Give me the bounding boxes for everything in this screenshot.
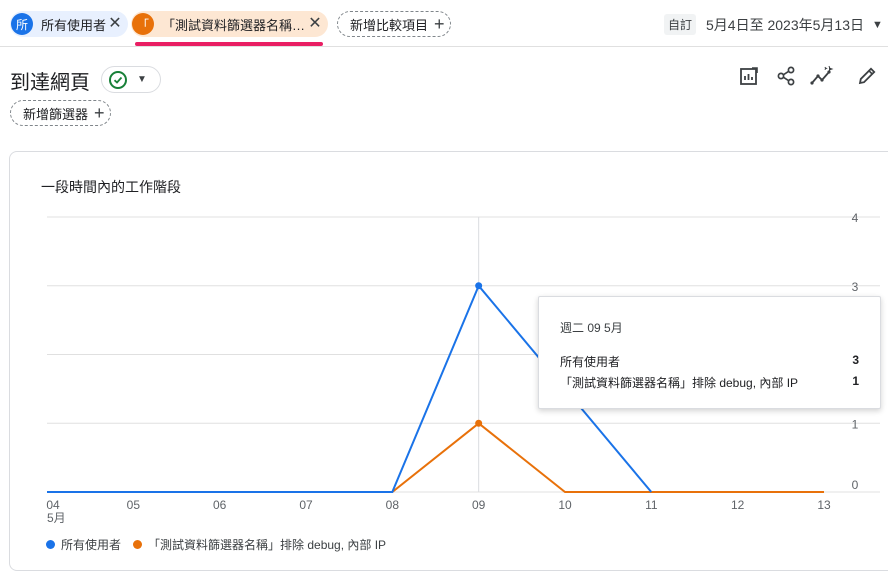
x-tick-label: 11 [645,498,658,512]
x-tick-label: 12 [731,498,745,512]
y-tick-label: 3 [852,280,859,294]
y-tick-label: 4 [852,211,859,225]
tooltip-row-label: 所有使用者 [560,355,621,369]
x-tick-label: 08 [386,498,400,512]
series-point [475,419,483,427]
x-month-label: 5月 [47,511,66,525]
tooltip-row: 所有使用者 3 [560,353,859,370]
x-tick-label: 10 [558,498,572,512]
legend-label: 「測試資料篩選器名稱」排除 debug, 內部 IP [148,538,387,552]
tooltip-date: 週二 09 5月 [560,321,623,335]
chart-legend: 所有使用者 「測試資料篩選器名稱」排除 debug, 內部 IP [46,536,398,553]
y-tick-label: 1 [852,417,859,431]
legend-item[interactable]: 所有使用者 [46,536,121,553]
x-tick-label: 04 [46,498,60,512]
tooltip-row-value: 1 [852,374,859,388]
x-tick-label: 05 [127,498,141,512]
x-tick-label: 07 [299,498,313,512]
line-chart: 01234040506070809101112135月 [46,211,880,525]
legend-dot [46,540,55,549]
legend-label: 所有使用者 [61,538,122,552]
tooltip-row: 「測試資料篩選器名稱」排除 debug, 內部 IP 1 [560,374,859,391]
tooltip-row-label: 「測試資料篩選器名稱」排除 debug, 內部 IP [560,376,799,390]
legend-item[interactable]: 「測試資料篩選器名稱」排除 debug, 內部 IP [133,536,386,553]
y-tick-label: 0 [852,478,859,492]
x-tick-label: 13 [817,498,831,512]
legend-dot [133,540,143,549]
tooltip-row-value: 3 [852,353,859,367]
x-tick-label: 09 [472,498,486,512]
chart-tooltip: 週二 09 5月 所有使用者 3 「測試資料篩選器名稱」排除 debug, 內部… [538,296,881,409]
series-point [475,282,483,290]
series-line [47,422,824,493]
x-tick-label: 06 [213,498,227,512]
